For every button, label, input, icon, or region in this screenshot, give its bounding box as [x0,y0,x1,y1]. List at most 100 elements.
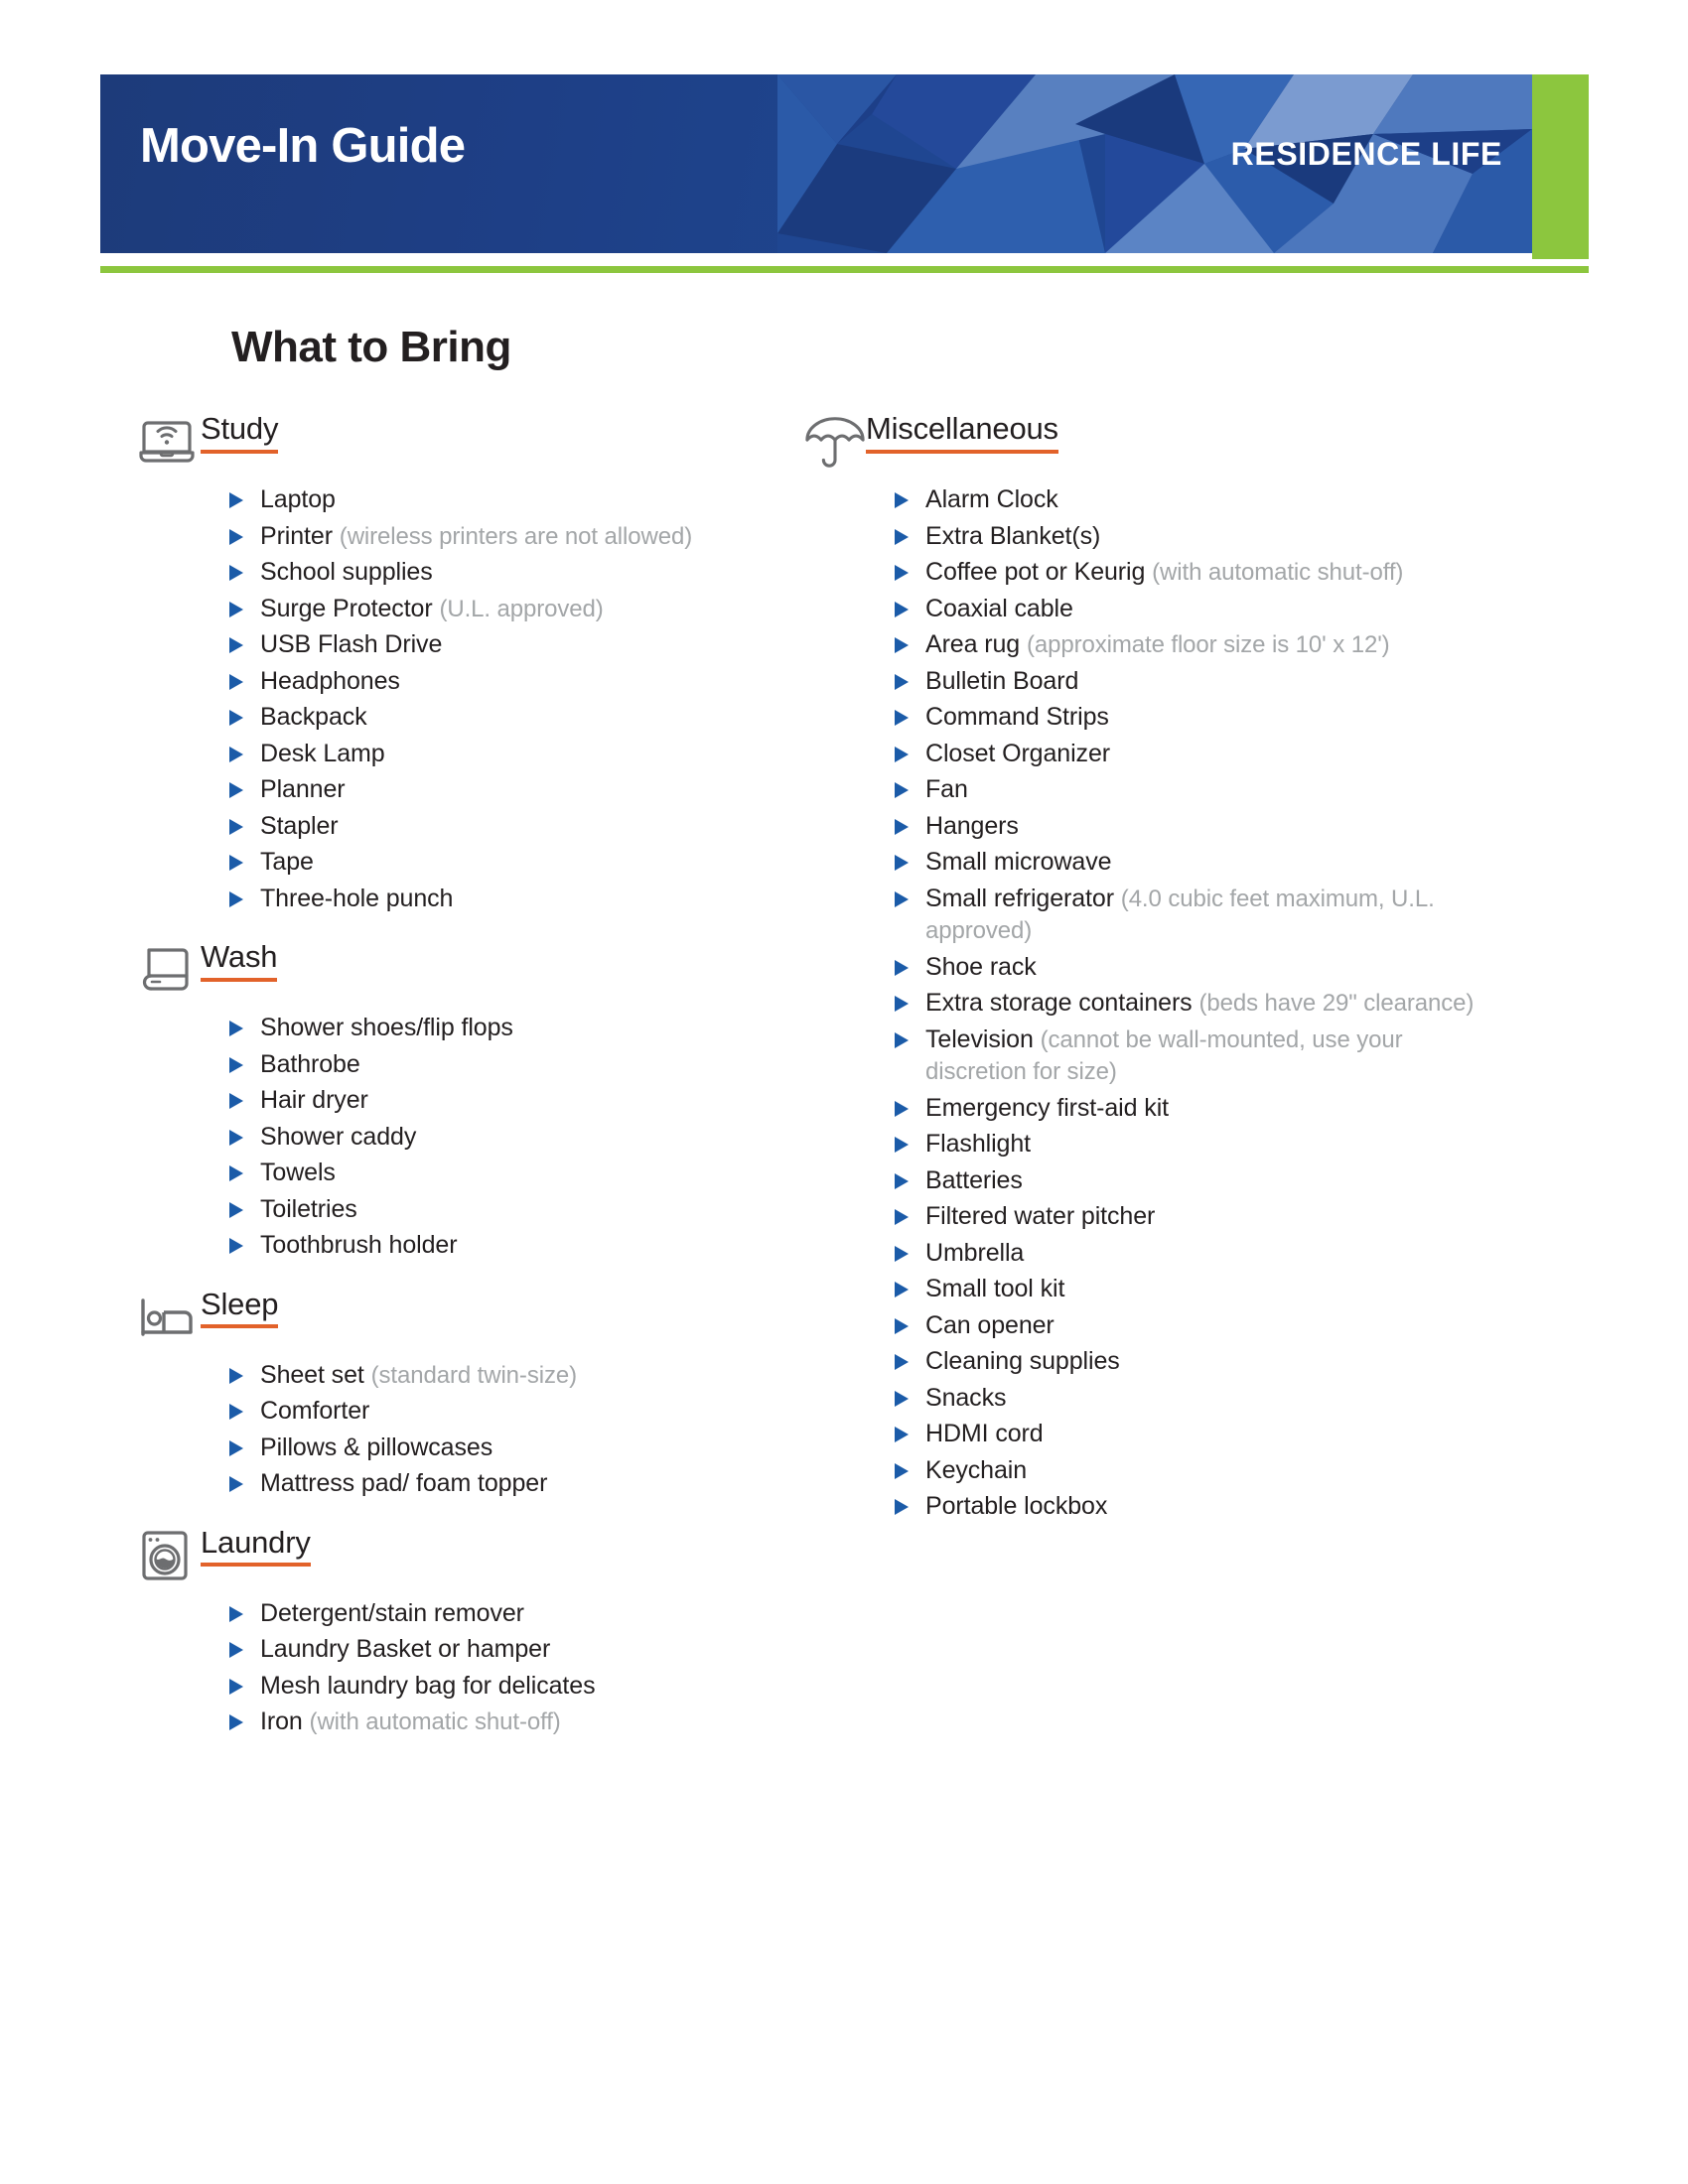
triangle-bullet-icon [226,773,260,800]
list-item: HDMI cord [892,1418,1499,1450]
page-heading: What to Bring [231,323,511,371]
list-item: Flashlight [892,1128,1499,1160]
list-item: Laundry Basket or hamper [226,1633,794,1666]
list-item-note: (U.L. approved) [439,595,604,622]
green-divider-rule [100,266,1589,273]
list-item-text: Backpack [260,701,367,734]
section-title: Study [201,411,279,446]
list-item-label: Pillows & pillowcases [260,1433,493,1461]
section-underline [201,1563,311,1568]
triangle-bullet-icon [892,1237,925,1264]
list-item: Bulletin Board [892,665,1499,698]
list-item-note: (wireless printers are not allowed) [339,522,693,550]
section-miscellaneous: Miscellaneous Alarm Clock Extra Blanket(s)… [804,412,1499,1523]
list-item: Closet Organizer [892,738,1499,770]
triangle-bullet-icon [226,628,260,655]
list-item: Command Strips [892,701,1499,734]
triangle-bullet-icon [226,1121,260,1148]
section-header: Laundry [139,1526,794,1583]
triangle-bullet-icon [892,810,925,837]
triangle-bullet-icon [892,483,925,510]
list-item-label: Small tool kit [925,1275,1065,1302]
triangle-bullet-icon [226,1012,260,1038]
list-item-label: Sheet set [260,1360,364,1389]
triangle-bullet-icon [226,810,260,837]
triangle-bullet-icon [892,1345,925,1372]
list-item-label: Area rug [925,630,1021,658]
triangle-bullet-icon [892,846,925,873]
list-item-label: Laptop [260,485,336,513]
list-item-label: Tape [260,848,314,876]
list-item-label: Coffee pot or Keurig [925,558,1146,586]
section-header: Study [139,412,794,470]
section-item-list: Alarm Clock Extra Blanket(s) Coffee pot or… [804,483,1499,1523]
list-item-label: Hangers [925,811,1019,840]
section-wash: Wash Shower shoes/flip flops Bathrobe Hair … [139,940,794,1262]
list-item: Hangers [892,810,1499,843]
triangle-bullet-icon [226,556,260,583]
list-item-label: Printer [260,521,333,550]
list-item-text: School supplies [260,556,433,589]
list-item-label: Toiletries [260,1194,357,1223]
triangle-bullet-icon [226,1048,260,1075]
list-item-label: School supplies [260,558,433,586]
list-item-text: Mattress pad/ foam topper [260,1467,547,1500]
list-item: Shoe rack [892,951,1499,984]
page-title-banner: Move-In Guide [140,119,466,173]
list-item-label: Mesh laundry bag for delicates [260,1671,596,1700]
triangle-bullet-icon [892,987,925,1014]
section-item-list: Detergent/stain remover Laundry Basket or… [139,1597,794,1738]
list-item-label: Mattress pad/ foam topper [260,1469,548,1497]
department-label: RESIDENCE LIFE [1230,136,1502,172]
list-item-text: Alarm Clock [925,483,1058,516]
triangle-bullet-icon [226,520,260,547]
list-item-text: Closet Organizer [925,738,1110,770]
triangle-bullet-icon [892,1164,925,1191]
list-item-text: Laundry Basket or hamper [260,1633,550,1666]
list-item-label: Surge Protector [260,594,433,622]
left-column: Study Laptop Printer (wireless printers ar… [139,412,794,1764]
list-item: Coffee pot or Keurig (with automatic shu… [892,556,1499,589]
list-item: Sheet set (standard twin-size) [226,1359,794,1392]
list-item-label: Hair dryer [260,1086,368,1114]
triangle-bullet-icon [226,1193,260,1220]
triangle-bullet-icon [892,1382,925,1409]
triangle-bullet-icon [226,1467,260,1494]
umbrella-icon [804,412,866,470]
triangle-bullet-icon [892,883,925,909]
list-item-text: HDMI cord [925,1418,1044,1450]
list-item: Printer (wireless printers are not allow… [226,520,794,553]
list-item-text: Extra Blanket(s) [925,520,1100,553]
list-item-label: Filtered water pitcher [925,1202,1156,1230]
section-title: Wash [201,939,278,974]
list-item-text: Small tool kit [925,1273,1064,1305]
list-item-label: Headphones [260,666,400,695]
list-item-label: Bathrobe [260,1049,360,1078]
list-item-label: Television [925,1024,1034,1053]
list-item-label: Keychain [925,1455,1028,1484]
list-item: Mesh laundry bag for delicates [226,1670,794,1703]
section-study: Study Laptop Printer (wireless printers ar… [139,412,794,914]
list-item-text: Three-hole punch [260,883,453,915]
section-underline [201,977,278,982]
list-item: Filtered water pitcher [892,1200,1499,1233]
triangle-bullet-icon [226,701,260,728]
triangle-bullet-icon [226,1597,260,1624]
list-item-text: Fan [925,773,968,806]
list-item: Snacks [892,1382,1499,1415]
list-item-label: Coaxial cable [925,594,1073,622]
list-item: Fan [892,773,1499,806]
list-item-text: Shoe rack [925,951,1037,984]
list-item-text: Shower shoes/flip flops [260,1012,513,1044]
list-item-text: Planner [260,773,346,806]
list-item-text: Pillows & pillowcases [260,1432,492,1464]
triangle-bullet-icon [226,1432,260,1458]
triangle-bullet-icon [892,1273,925,1299]
list-item-note: (standard twin-size) [370,1361,578,1389]
section-underline [866,449,1058,454]
list-item: Small microwave [892,846,1499,879]
list-item-label: Command Strips [925,703,1109,731]
triangle-bullet-icon [226,1633,260,1660]
triangle-bullet-icon [226,883,260,909]
list-item-label: Shower caddy [260,1122,417,1151]
